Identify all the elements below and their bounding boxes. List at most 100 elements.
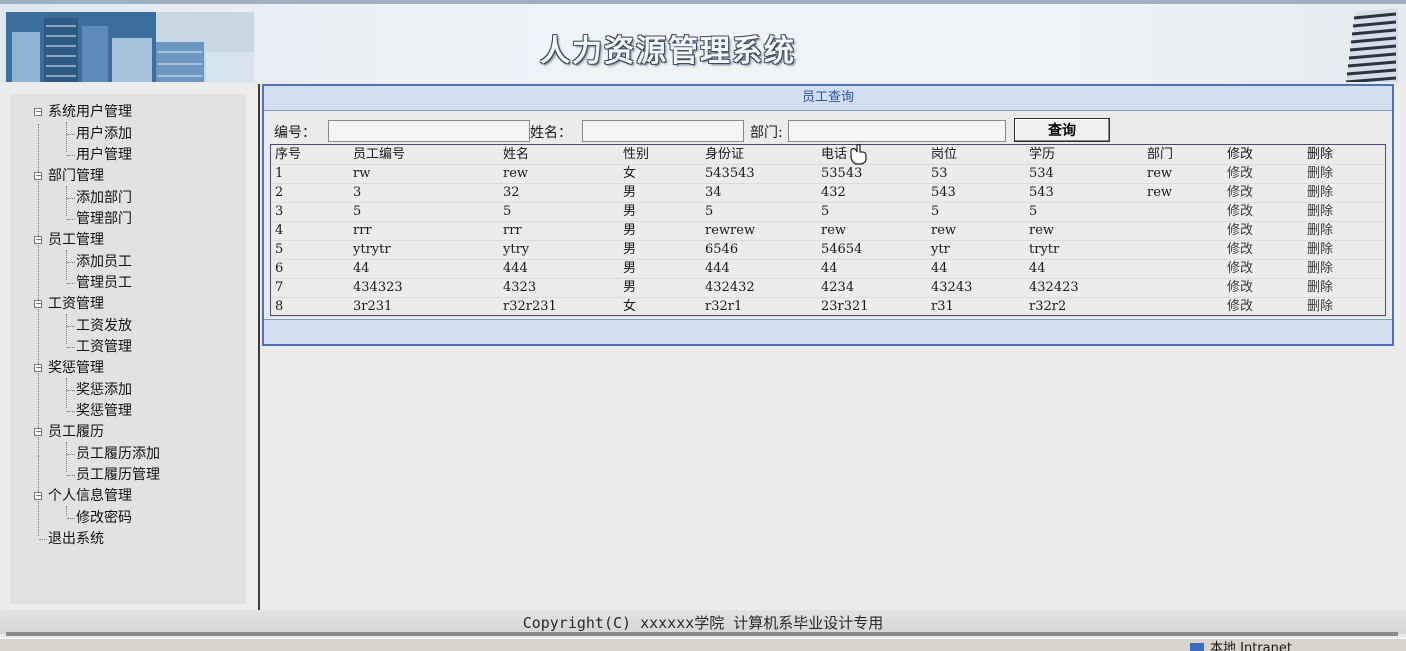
minus-box-icon[interactable]: − [34, 108, 42, 116]
cell-gender: 男 [623, 242, 637, 257]
employee-id-input[interactable] [328, 120, 530, 142]
tree-group-label: 员工管理 [48, 232, 104, 248]
sidebar-item-label: 退出系统 [48, 531, 104, 547]
cell-employee-id: 3 [353, 185, 362, 200]
panel-title: 员工查询 [264, 86, 1392, 111]
edit-link[interactable]: 修改 [1227, 183, 1253, 202]
edit-link[interactable]: 修改 [1227, 202, 1253, 221]
tree-group-label: 个人信息管理 [48, 488, 132, 504]
cell-position: ytr [931, 242, 950, 257]
cell-name: rrr [503, 223, 522, 238]
delete-link[interactable]: 删除 [1307, 297, 1333, 316]
sidebar: − 系统用户管理 用户添加 用户管理 − 部门管理 添加部门 管理部门 − 员工… [6, 84, 260, 610]
employee-id-label: 编号： [274, 125, 316, 141]
cell-seq: 3 [275, 204, 284, 219]
delete-link[interactable]: 删除 [1307, 183, 1333, 202]
cell-seq: 7 [275, 280, 284, 295]
cell-education: trytr [1029, 242, 1060, 257]
employee-query-panel: 员工查询 编号： 姓名： 部门: 查询 序号 员工编号 姓名 性别 身份证 电话 岗位 学历 部… [262, 84, 1394, 346]
sidebar-item-label: 员工履历添加 [76, 446, 160, 462]
cell-gender: 女 [623, 166, 637, 181]
cell-education: 44 [1029, 261, 1046, 276]
minus-box-icon[interactable]: − [34, 236, 42, 244]
table-row: 8 3r231 r32r231 女 r32r1 23r321 r31 r32r2 修改 删除 [271, 297, 1385, 317]
hand-pointer-icon [850, 143, 867, 165]
column-header-employee-id: 员工编号 [353, 147, 406, 162]
minus-box-icon[interactable]: − [34, 364, 42, 372]
cell-position: 543 [931, 185, 956, 200]
cell-phone: rew [821, 223, 847, 238]
edit-link[interactable]: 修改 [1227, 164, 1253, 183]
cell-education: 5 [1029, 204, 1038, 219]
edit-link[interactable]: 修改 [1227, 240, 1253, 259]
cell-employee-id: 44 [353, 261, 370, 276]
cell-gender: 男 [623, 223, 637, 238]
cell-employee-id: 5 [353, 204, 362, 219]
delete-link[interactable]: 删除 [1307, 278, 1333, 297]
app-title: 人力资源管理系统 [540, 34, 796, 69]
sidebar-item-label: 修改密码 [76, 510, 132, 526]
column-header-position: 岗位 [931, 147, 958, 162]
column-header-delete: 删除 [1307, 147, 1334, 162]
edit-link[interactable]: 修改 [1227, 221, 1253, 240]
table-row: 4 rrr rrr 男 rewrew rew rew rew 修改 删除 [271, 221, 1385, 241]
cell-name: 5 [503, 204, 512, 219]
column-header-education: 学历 [1029, 147, 1056, 162]
column-header-edit: 修改 [1227, 147, 1254, 162]
tree-group-label: 系统用户管理 [48, 104, 132, 120]
edit-link[interactable]: 修改 [1227, 278, 1253, 297]
sidebar-item-label: 奖惩管理 [76, 403, 132, 419]
sidebar-item-label: 员工履历管理 [76, 467, 160, 483]
sidebar-item-label: 工资发放 [76, 318, 132, 334]
name-input[interactable] [582, 120, 744, 142]
minus-box-icon[interactable]: − [34, 300, 42, 308]
column-header-name: 姓名 [503, 147, 530, 162]
edit-link[interactable]: 修改 [1227, 259, 1253, 278]
cell-name: r32r231 [503, 299, 557, 314]
cell-name: ytry [503, 242, 530, 257]
tree-group-label: 工资管理 [48, 296, 104, 312]
cell-id-card: 543543 [705, 166, 755, 181]
cell-id-card: 6546 [705, 242, 739, 257]
delete-link[interactable]: 删除 [1307, 164, 1333, 183]
delete-link[interactable]: 删除 [1307, 221, 1333, 240]
cell-phone: 44 [821, 261, 838, 276]
cell-id-card: 5 [705, 204, 714, 219]
cell-name: 32 [503, 185, 520, 200]
cell-gender: 男 [623, 204, 637, 219]
cell-employee-id: 434323 [353, 280, 403, 295]
cell-education: r32r2 [1029, 299, 1067, 314]
cell-phone: 53543 [821, 166, 863, 181]
cell-position: r31 [931, 299, 954, 314]
cell-gender: 男 [623, 280, 637, 295]
minus-box-icon[interactable]: − [34, 428, 42, 436]
sidebar-item-label: 工资管理 [76, 339, 132, 355]
query-button[interactable]: 查询 [1014, 118, 1110, 142]
minus-box-icon[interactable]: − [34, 492, 42, 500]
delete-link[interactable]: 删除 [1307, 240, 1333, 259]
table-row: 5 ytrytr ytry 男 6546 54654 ytr trytr 修改 删除 [271, 240, 1385, 260]
department-input[interactable] [788, 120, 1006, 142]
cell-phone: 23r321 [821, 299, 869, 314]
table-row: 2 3 32 男 34 432 543 543 rew 修改 删除 [271, 183, 1385, 203]
cell-education: 543 [1029, 185, 1054, 200]
minus-box-icon[interactable]: − [34, 172, 42, 180]
column-header-seq: 序号 [275, 147, 302, 162]
delete-link[interactable]: 删除 [1307, 259, 1333, 278]
cell-department: rew [1147, 185, 1173, 200]
cell-id-card: rewrew [705, 223, 756, 238]
edit-link[interactable]: 修改 [1227, 297, 1253, 316]
footer-divider [6, 632, 1398, 636]
cell-seq: 4 [275, 223, 284, 238]
security-zone: 本地 Intranet [1190, 639, 1292, 651]
delete-link[interactable]: 删除 [1307, 202, 1333, 221]
tree-group-label: 员工履历 [48, 424, 104, 440]
column-header-id-card: 身份证 [705, 147, 745, 162]
tree-group-label: 奖惩管理 [48, 360, 104, 376]
sidebar-item-label: 管理员工 [76, 275, 132, 291]
sidebar-tree: − 系统用户管理 用户添加 用户管理 − 部门管理 添加部门 管理部门 − 员工… [10, 94, 246, 604]
header-banner: 人力资源管理系统 [0, 0, 1406, 82]
sidebar-item-label: 添加员工 [76, 254, 132, 270]
sidebar-item-label: 用户管理 [76, 147, 132, 163]
cell-position: rew [931, 223, 957, 238]
